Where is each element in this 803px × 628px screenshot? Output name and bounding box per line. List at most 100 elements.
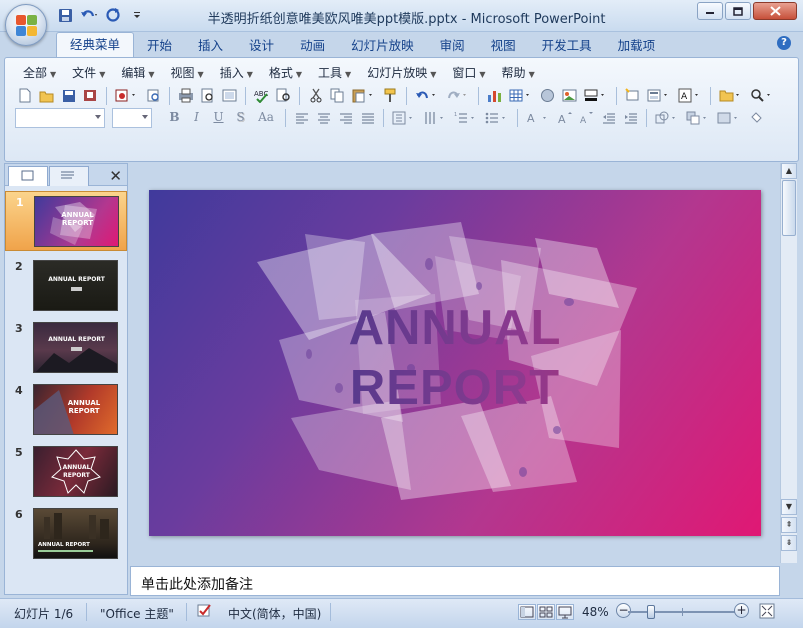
menu-view[interactable]: 视图 ▼ <box>163 64 212 82</box>
paste-icon[interactable] <box>350 86 378 105</box>
fit-to-window-icon[interactable] <box>758 602 776 623</box>
new-slide-icon[interactable] <box>623 86 642 105</box>
tab-design[interactable]: 设计 <box>236 34 287 58</box>
theme-name[interactable]: "Office 主题" <box>100 605 174 622</box>
grow-font-icon[interactable]: A <box>555 108 574 127</box>
numbering-icon[interactable]: 1 <box>452 108 480 127</box>
close-button[interactable] <box>753 2 797 20</box>
font-family-combo[interactable] <box>15 108 105 128</box>
slide-title-line-1[interactable]: ANNUAL <box>149 300 761 356</box>
language-indicator[interactable]: 中文(简体，中国) <box>228 605 321 622</box>
save-file-icon[interactable] <box>59 86 78 105</box>
menu-format[interactable]: 格式 ▼ <box>261 64 310 82</box>
slideshow-view-icon[interactable] <box>556 604 574 620</box>
tab-view[interactable]: 视图 <box>478 34 529 58</box>
zoom-level[interactable]: 48% <box>582 605 609 619</box>
slide-thumb-1[interactable]: 1 ANNUAL REPORT <box>5 191 127 251</box>
cut-icon[interactable] <box>306 86 325 105</box>
tab-review[interactable]: 审阅 <box>427 34 478 58</box>
menu-all[interactable]: 全部 ▼ <box>15 64 64 82</box>
quick-styles-icon[interactable] <box>715 108 743 127</box>
italic-button[interactable]: I <box>187 108 206 127</box>
open-icon[interactable] <box>37 86 56 105</box>
scroll-thumb[interactable] <box>782 180 796 236</box>
outline-tab[interactable] <box>49 166 89 186</box>
align-text-icon[interactable] <box>421 108 449 127</box>
slide-thumb-4[interactable]: 4 ANNUAL REPORT <box>5 380 127 440</box>
tab-classic-menu[interactable]: 经典菜单 <box>56 32 135 58</box>
table-icon[interactable] <box>507 86 535 105</box>
shape-fill-icon[interactable] <box>746 108 765 127</box>
textbox-icon[interactable]: A <box>676 86 704 105</box>
text-direction-icon[interactable] <box>390 108 418 127</box>
tab-slideshow[interactable]: 幻灯片放映 <box>338 34 427 58</box>
pdf-icon[interactable] <box>113 86 141 105</box>
tab-addins[interactable]: 加载项 <box>605 34 669 58</box>
menu-edit[interactable]: 编辑 ▼ <box>113 64 162 82</box>
folder-icon[interactable] <box>717 86 745 105</box>
scroll-up-icon[interactable]: ▲ <box>781 163 797 179</box>
zoom-in-icon[interactable]: + <box>734 603 749 618</box>
layout-icon[interactable] <box>645 86 673 105</box>
clipart-icon[interactable] <box>538 86 557 105</box>
arrange-icon[interactable] <box>684 108 712 127</box>
undo-toolbar-icon[interactable] <box>413 86 441 105</box>
slide-thumb-3[interactable]: 3 ANNUAL REPORT <box>5 318 127 378</box>
previous-slide-icon[interactable]: ⇞ <box>781 517 797 533</box>
menu-insert[interactable]: 插入 ▼ <box>212 64 261 82</box>
increase-indent-icon[interactable] <box>621 108 640 127</box>
zoom-slider[interactable] <box>628 605 738 619</box>
scroll-down-icon[interactable]: ▼ <box>781 499 797 515</box>
font-color-icon[interactable]: A <box>524 108 552 127</box>
font-size-combo[interactable] <box>112 108 152 128</box>
menu-window[interactable]: 窗口 ▼ <box>444 64 493 82</box>
underline-button[interactable]: U <box>209 108 228 127</box>
slides-tab[interactable] <box>8 166 48 186</box>
decrease-indent-icon[interactable] <box>599 108 618 127</box>
print-preview-icon[interactable] <box>198 86 217 105</box>
find-icon[interactable] <box>748 86 776 105</box>
next-slide-icon[interactable]: ⇟ <box>781 535 797 551</box>
vertical-scrollbar[interactable]: ▲ ▼ ⇞ ⇟ <box>780 163 797 563</box>
slide-title-line-2[interactable]: REPORT <box>149 360 761 416</box>
slide-thumb-5[interactable]: 5 ANNUAL REPORT <box>5 442 127 502</box>
attach-icon[interactable] <box>144 86 163 105</box>
slide-sorter-icon[interactable] <box>537 604 555 620</box>
align-left-icon[interactable] <box>292 108 311 127</box>
new-icon[interactable] <box>15 86 34 105</box>
notes-pane[interactable]: 单击此处添加备注 <box>130 566 780 596</box>
menu-help[interactable]: 帮助 ▼ <box>494 64 543 82</box>
tab-developer[interactable]: 开发工具 <box>529 34 605 58</box>
current-slide[interactable]: ANNUAL REPORT <box>149 190 761 536</box>
slide-thumb-6[interactable]: 6 ANNUAL REPORT <box>5 504 127 564</box>
menu-tools[interactable]: 工具 ▼ <box>310 64 359 82</box>
help-icon[interactable]: ? <box>777 36 791 50</box>
align-right-icon[interactable] <box>336 108 355 127</box>
normal-view-icon[interactable] <box>518 604 536 620</box>
menu-slideshow[interactable]: 幻灯片放映 ▼ <box>359 64 444 82</box>
slide-thumb-2[interactable]: 2 ANNUAL REPORT <box>5 256 127 316</box>
redo-toolbar-icon[interactable] <box>444 86 472 105</box>
chart-icon[interactable] <box>485 86 504 105</box>
research-icon[interactable] <box>274 86 293 105</box>
bullets-icon[interactable] <box>483 108 511 127</box>
permission-icon[interactable] <box>81 86 100 105</box>
print-icon[interactable] <box>176 86 195 105</box>
shadow-button[interactable]: S <box>231 108 250 127</box>
copy-icon[interactable] <box>328 86 347 105</box>
picture-icon[interactable] <box>560 86 579 105</box>
tab-insert[interactable]: 插入 <box>185 34 236 58</box>
maximize-button[interactable] <box>725 2 751 20</box>
tab-home[interactable]: 开始 <box>134 34 185 58</box>
justify-icon[interactable] <box>358 108 377 127</box>
tab-animations[interactable]: 动画 <box>287 34 338 58</box>
change-case-button[interactable]: Aa <box>253 108 279 127</box>
zoom-slider-knob[interactable] <box>646 605 655 619</box>
line-color-icon[interactable] <box>582 86 610 105</box>
bold-button[interactable]: B <box>165 108 184 127</box>
shapes-icon[interactable] <box>653 108 681 127</box>
close-pane-icon[interactable]: ✕ <box>109 167 122 185</box>
align-center-icon[interactable] <box>314 108 333 127</box>
shrink-font-icon[interactable]: A <box>577 108 596 127</box>
minimize-button[interactable] <box>697 2 723 20</box>
